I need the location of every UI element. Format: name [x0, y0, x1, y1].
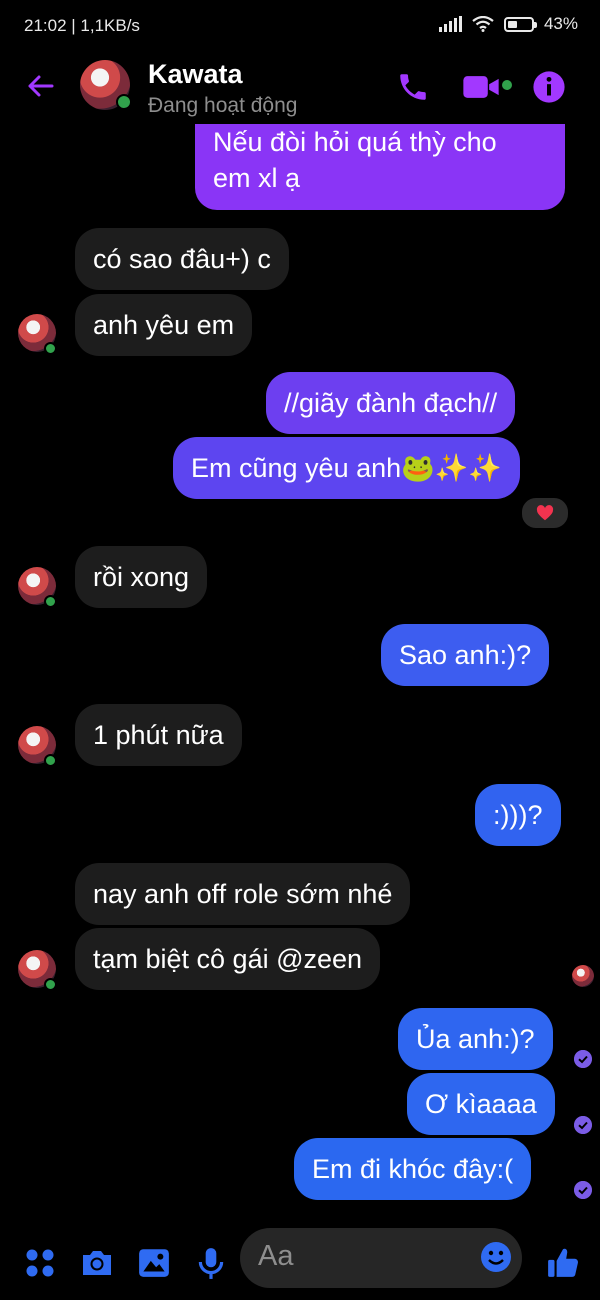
message-bubble-incoming[interactable]: tạm biệt cô gái @zeen [75, 928, 381, 990]
online-dot [44, 978, 57, 991]
info-icon[interactable] [532, 70, 566, 104]
message-bubble-outgoing[interactable]: //giãy đành đạch// [266, 372, 516, 434]
message-text: :)))? [493, 800, 543, 830]
status-bar: 21:02 | 1,1KB/s 43% [0, 0, 600, 52]
status-icons: 43% [438, 14, 578, 34]
online-dot [44, 595, 57, 608]
video-call-icon[interactable] [462, 70, 500, 104]
message-bubble-incoming[interactable]: có sao đâu+) c [75, 228, 289, 290]
video-online-dot [502, 80, 512, 90]
message-bubble-incoming[interactable]: nay anh off role sớm nhé [75, 863, 411, 925]
thumbs-up-icon[interactable] [546, 1246, 580, 1280]
message-text: Em cũng yêu anh🐸✨✨ [191, 453, 502, 483]
back-arrow-icon[interactable] [24, 70, 56, 102]
online-dot [44, 754, 57, 767]
message-text: anh yêu em [93, 310, 235, 340]
chat-header: Kawata Đang hoạt động [0, 52, 600, 124]
message-text: tạm biệt cô gái @zeen [93, 944, 363, 974]
message-text: Em đi khóc đây:( [312, 1154, 514, 1184]
message-bubble-outgoing[interactable]: Nếu đòi hỏi quá thỳ cho em xl ạ [195, 110, 565, 210]
message-text: nay anh off role sớm nhé [93, 879, 393, 909]
message-text: Nếu đòi hỏi quá thỳ cho [213, 127, 497, 157]
emoji-icon[interactable] [480, 1241, 512, 1273]
message-text-line2: em xl ạ [213, 163, 301, 193]
phone-icon[interactable] [396, 70, 430, 104]
message-bubble-outgoing[interactable]: Em đi khóc đây:( [294, 1138, 532, 1200]
sent-check-icon [574, 1181, 592, 1199]
battery-percent: 43% [543, 14, 578, 33]
online-dot [116, 94, 132, 110]
message-input-placeholder: Aa [258, 1240, 294, 1272]
reaction-badge[interactable] [520, 496, 570, 530]
online-dot [44, 342, 57, 355]
message-bubble-outgoing[interactable]: :)))? [475, 784, 561, 846]
heart-icon [536, 505, 554, 521]
composer-bar: Aa [0, 1228, 600, 1300]
microphone-icon[interactable] [194, 1246, 228, 1280]
sent-check-icon [574, 1050, 592, 1068]
contact-name[interactable]: Kawata [148, 59, 243, 90]
message-text: //giãy đành đạch// [284, 388, 498, 418]
message-text: Ơ kìaaaa [425, 1089, 537, 1119]
message-input[interactable]: Aa [240, 1228, 522, 1288]
message-bubble-outgoing[interactable]: Sao anh:)? [381, 624, 550, 686]
message-bubble-outgoing[interactable]: Em cũng yêu anh🐸✨✨ [173, 437, 520, 499]
message-bubble-incoming[interactable]: 1 phút nữa [75, 704, 242, 766]
apps-grid-icon[interactable] [24, 1246, 56, 1280]
contact-status: Đang hoạt động [148, 94, 298, 117]
read-receipt-avatar [572, 965, 594, 987]
message-text: có sao đâu+) c [93, 244, 271, 274]
image-icon[interactable] [137, 1246, 171, 1280]
status-time-speed: 21:02 | 1,1KB/s [24, 16, 140, 35]
message-bubble-outgoing[interactable]: Ủa anh:)? [398, 1008, 553, 1070]
camera-icon[interactable] [80, 1246, 114, 1280]
message-bubble-incoming[interactable]: rồi xong [75, 546, 208, 608]
message-text: Ủa anh:)? [416, 1024, 535, 1054]
message-text: rồi xong [93, 562, 190, 592]
signal-icon [438, 16, 462, 32]
message-text: Sao anh:)? [399, 640, 532, 670]
message-text: 1 phút nữa [93, 720, 224, 750]
wifi-icon [472, 16, 494, 32]
sent-check-icon [574, 1116, 592, 1134]
message-bubble-outgoing[interactable]: Ơ kìaaaa [407, 1073, 555, 1135]
message-bubble-incoming[interactable]: anh yêu em [75, 294, 253, 356]
battery-icon [503, 16, 537, 32]
